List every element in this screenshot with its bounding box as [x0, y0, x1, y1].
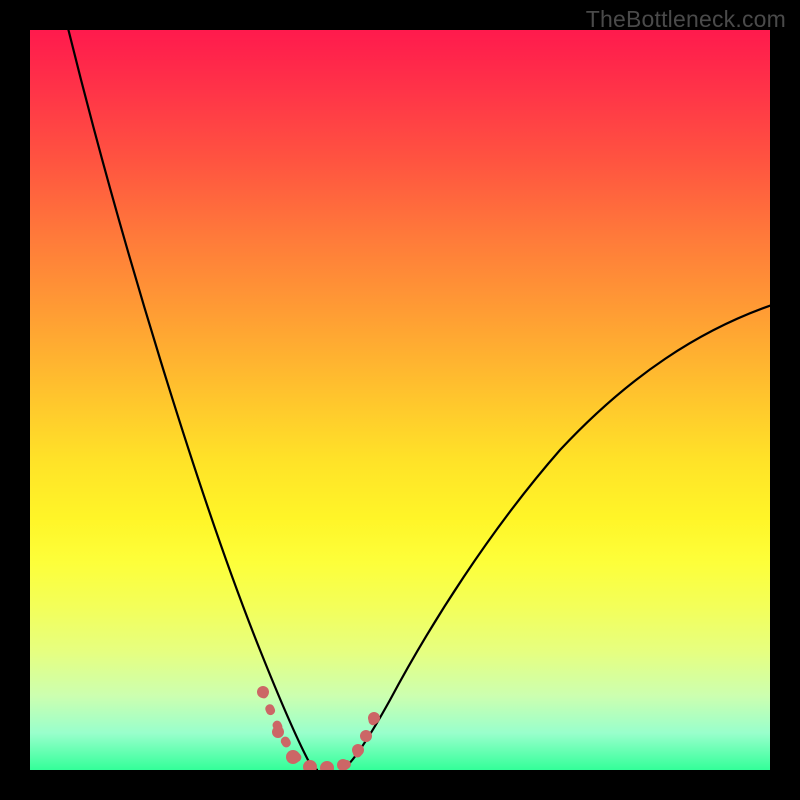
bottom-marker-dots [257, 686, 380, 770]
watermark-text: TheBottleneck.com [586, 6, 786, 33]
chart-frame: TheBottleneck.com [0, 0, 800, 800]
curve-layer [30, 30, 770, 770]
plot-area [30, 30, 770, 770]
curve-left-branch [66, 30, 318, 770]
curve-right-branch [342, 305, 770, 770]
